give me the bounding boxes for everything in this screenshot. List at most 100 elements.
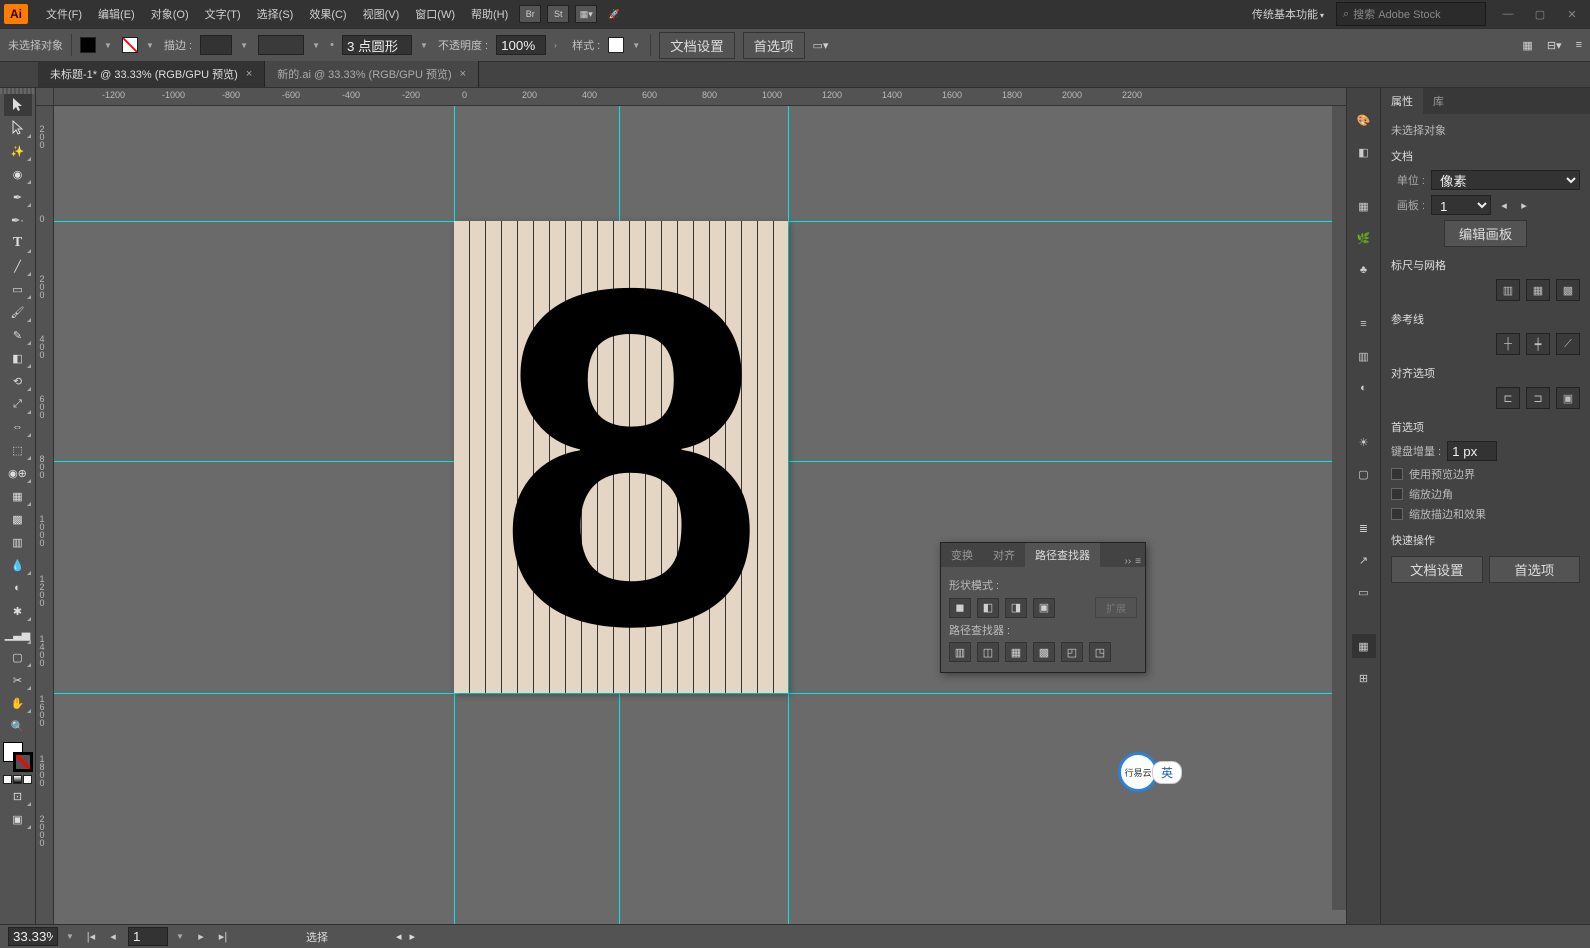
stroke-weight-dd[interactable]: ▼	[240, 41, 250, 50]
transparency-grid-icon[interactable]: ▩	[1556, 279, 1580, 301]
chk-preview-bounds[interactable]	[1391, 468, 1403, 480]
tab-libraries[interactable]: 库	[1423, 88, 1454, 114]
zoom-tool[interactable]: 🔍	[4, 715, 32, 737]
outline-icon[interactable]: ◰	[1061, 642, 1083, 662]
guides-show-icon[interactable]: ┼	[1496, 333, 1520, 355]
selection-tool[interactable]	[4, 94, 32, 116]
chk-scale-corners[interactable]	[1391, 488, 1403, 500]
doc-tab-2[interactable]: 新的.ai @ 33.33% (RGB/GPU 预览)×	[265, 61, 479, 87]
curvature-tool[interactable]: ✒·	[4, 209, 32, 231]
snap-pixel-icon[interactable]: ⊏	[1496, 387, 1520, 409]
unite-icon[interactable]: ◼	[949, 598, 971, 618]
divide-icon[interactable]: ▥	[949, 642, 971, 662]
color-mode-gradient[interactable]	[13, 775, 22, 784]
line-tool[interactable]: ╱	[4, 255, 32, 277]
menu-object[interactable]: 对象(O)	[143, 2, 197, 26]
color-panel-icon[interactable]: 🎨	[1352, 108, 1376, 132]
ruler-toggle-icon[interactable]: ▥	[1496, 279, 1520, 301]
snap-grid-icon[interactable]: ▣	[1556, 387, 1580, 409]
menu-help[interactable]: 帮助(H)	[463, 2, 516, 26]
fill-dd[interactable]: ▼	[104, 41, 114, 50]
paintbrush-tool[interactable]: 🖌	[4, 301, 32, 323]
align-menu-icon[interactable]: ▭▾	[813, 39, 829, 52]
tab-transform[interactable]: 变换	[941, 543, 983, 567]
exclude-icon[interactable]: ▣	[1033, 598, 1055, 618]
ruler-horizontal[interactable]: -1200 -1000 -800 -600 -400 -200 0 200 40…	[54, 88, 1346, 106]
stroke-dd[interactable]: ▼	[146, 41, 156, 50]
ctrl-grid-icon[interactable]: ▦	[1522, 39, 1532, 52]
panel-menu-icon[interactable]: ≡	[1135, 556, 1141, 567]
brush-def-input[interactable]	[342, 35, 412, 55]
workspace-switcher[interactable]: 传统基本功能	[1246, 4, 1330, 24]
prev-artboard-icon[interactable]: ◂	[106, 930, 120, 944]
minimize-button[interactable]: —	[1494, 5, 1522, 23]
symbols-icon[interactable]: ♣	[1352, 258, 1376, 282]
crop-icon[interactable]: ▩	[1033, 642, 1055, 662]
quick-docsetup-button[interactable]: 文档设置	[1391, 556, 1483, 583]
units-select[interactable]: 像素	[1431, 170, 1580, 190]
color-mode-color[interactable]	[3, 775, 12, 784]
artboards-icon[interactable]: ▭	[1352, 580, 1376, 604]
free-transform-tool[interactable]: ⬚	[4, 439, 32, 461]
gradient-tool[interactable]: ▥	[4, 531, 32, 553]
trim-icon[interactable]: ◫	[977, 642, 999, 662]
intersect-icon[interactable]: ◨	[1005, 598, 1027, 618]
search-stock-input[interactable]: ⌕搜索 Adobe Stock	[1336, 2, 1486, 26]
scrollbar-vertical[interactable]	[1332, 106, 1346, 910]
transform-panel-icon[interactable]: ⊞	[1352, 666, 1376, 690]
rotate-tool[interactable]: ⟲	[4, 370, 32, 392]
eyedropper-tool[interactable]: 💧	[4, 554, 32, 576]
prev-artboard-icon[interactable]: ◂	[1497, 198, 1511, 212]
ctrl-list-icon[interactable]: ≡	[1576, 39, 1582, 51]
ime-indicator[interactable]: 行易云 英	[1118, 752, 1182, 792]
opacity-dd[interactable]: ›	[554, 41, 564, 50]
gradient-panel-icon[interactable]: ▥	[1352, 344, 1376, 368]
layers-icon[interactable]: ≣	[1352, 516, 1376, 540]
ruler-vertical[interactable]: 200 0 200 400 600 800 1000 1200 1400 160…	[36, 106, 54, 924]
tab-align[interactable]: 对齐	[983, 543, 1025, 567]
next-artboard-icon[interactable]: ▸	[1517, 198, 1531, 212]
asset-export-icon[interactable]: ↗	[1352, 548, 1376, 572]
fill-swatch[interactable]	[80, 37, 96, 53]
grid-toggle-icon[interactable]: ▦	[1526, 279, 1550, 301]
zoom-input[interactable]	[8, 927, 58, 946]
slice-tool[interactable]: ✂	[4, 669, 32, 691]
stroke-panel-icon[interactable]: ≡	[1352, 312, 1376, 336]
lasso-tool[interactable]: ◉	[4, 163, 32, 185]
align-panel-icon[interactable]: ▦	[1352, 634, 1376, 658]
canvas-area[interactable]: -1200 -1000 -800 -600 -400 -200 0 200 40…	[36, 88, 1346, 924]
menu-effect[interactable]: 效果(C)	[301, 2, 354, 26]
opacity-input[interactable]	[496, 35, 546, 55]
transparency-icon[interactable]: ◐	[1352, 376, 1376, 400]
eraser-tool[interactable]: ◧	[4, 347, 32, 369]
screen-mode[interactable]: ▣	[4, 808, 32, 830]
artboard-select[interactable]: 1	[1431, 195, 1491, 215]
hand-tool[interactable]: ✋	[4, 692, 32, 714]
perspective-grid-tool[interactable]: ▦	[4, 485, 32, 507]
graphic-style-swatch[interactable]	[608, 37, 624, 53]
snap-point-icon[interactable]: ⊐	[1526, 387, 1550, 409]
merge-icon[interactable]: ▦	[1005, 642, 1027, 662]
gpu-icon[interactable]: 🚀	[603, 5, 625, 23]
menu-window[interactable]: 窗口(W)	[407, 2, 463, 26]
artboard-nav-dd[interactable]: ▼	[176, 932, 186, 941]
first-artboard-icon[interactable]: |◂	[84, 930, 98, 944]
edit-artboard-button[interactable]: 编辑画板	[1444, 220, 1527, 247]
color-mode-none[interactable]	[23, 775, 32, 784]
ruler-origin[interactable]	[36, 88, 54, 106]
type-tool[interactable]: T	[4, 232, 32, 254]
blend-tool[interactable]: ◐	[4, 577, 32, 599]
pen-tool[interactable]: ✒	[4, 186, 32, 208]
prefs-button[interactable]: 首选项	[743, 32, 805, 59]
menu-view[interactable]: 视图(V)	[355, 2, 408, 26]
quick-prefs-button[interactable]: 首选项	[1489, 556, 1581, 583]
graphic-styles-icon[interactable]: ▢	[1352, 462, 1376, 486]
tab-pathfinder[interactable]: 路径查找器	[1025, 543, 1100, 567]
pencil-tool[interactable]: ✎	[4, 324, 32, 346]
magic-wand-tool[interactable]: ✨	[4, 140, 32, 162]
brushes-icon[interactable]: 🌿	[1352, 226, 1376, 250]
status-scroll-right[interactable]: ▸	[410, 930, 416, 943]
style-dd[interactable]: ▼	[632, 41, 642, 50]
status-scroll-left[interactable]: ◂	[396, 930, 402, 943]
doc-setup-button[interactable]: 文档设置	[659, 32, 734, 59]
